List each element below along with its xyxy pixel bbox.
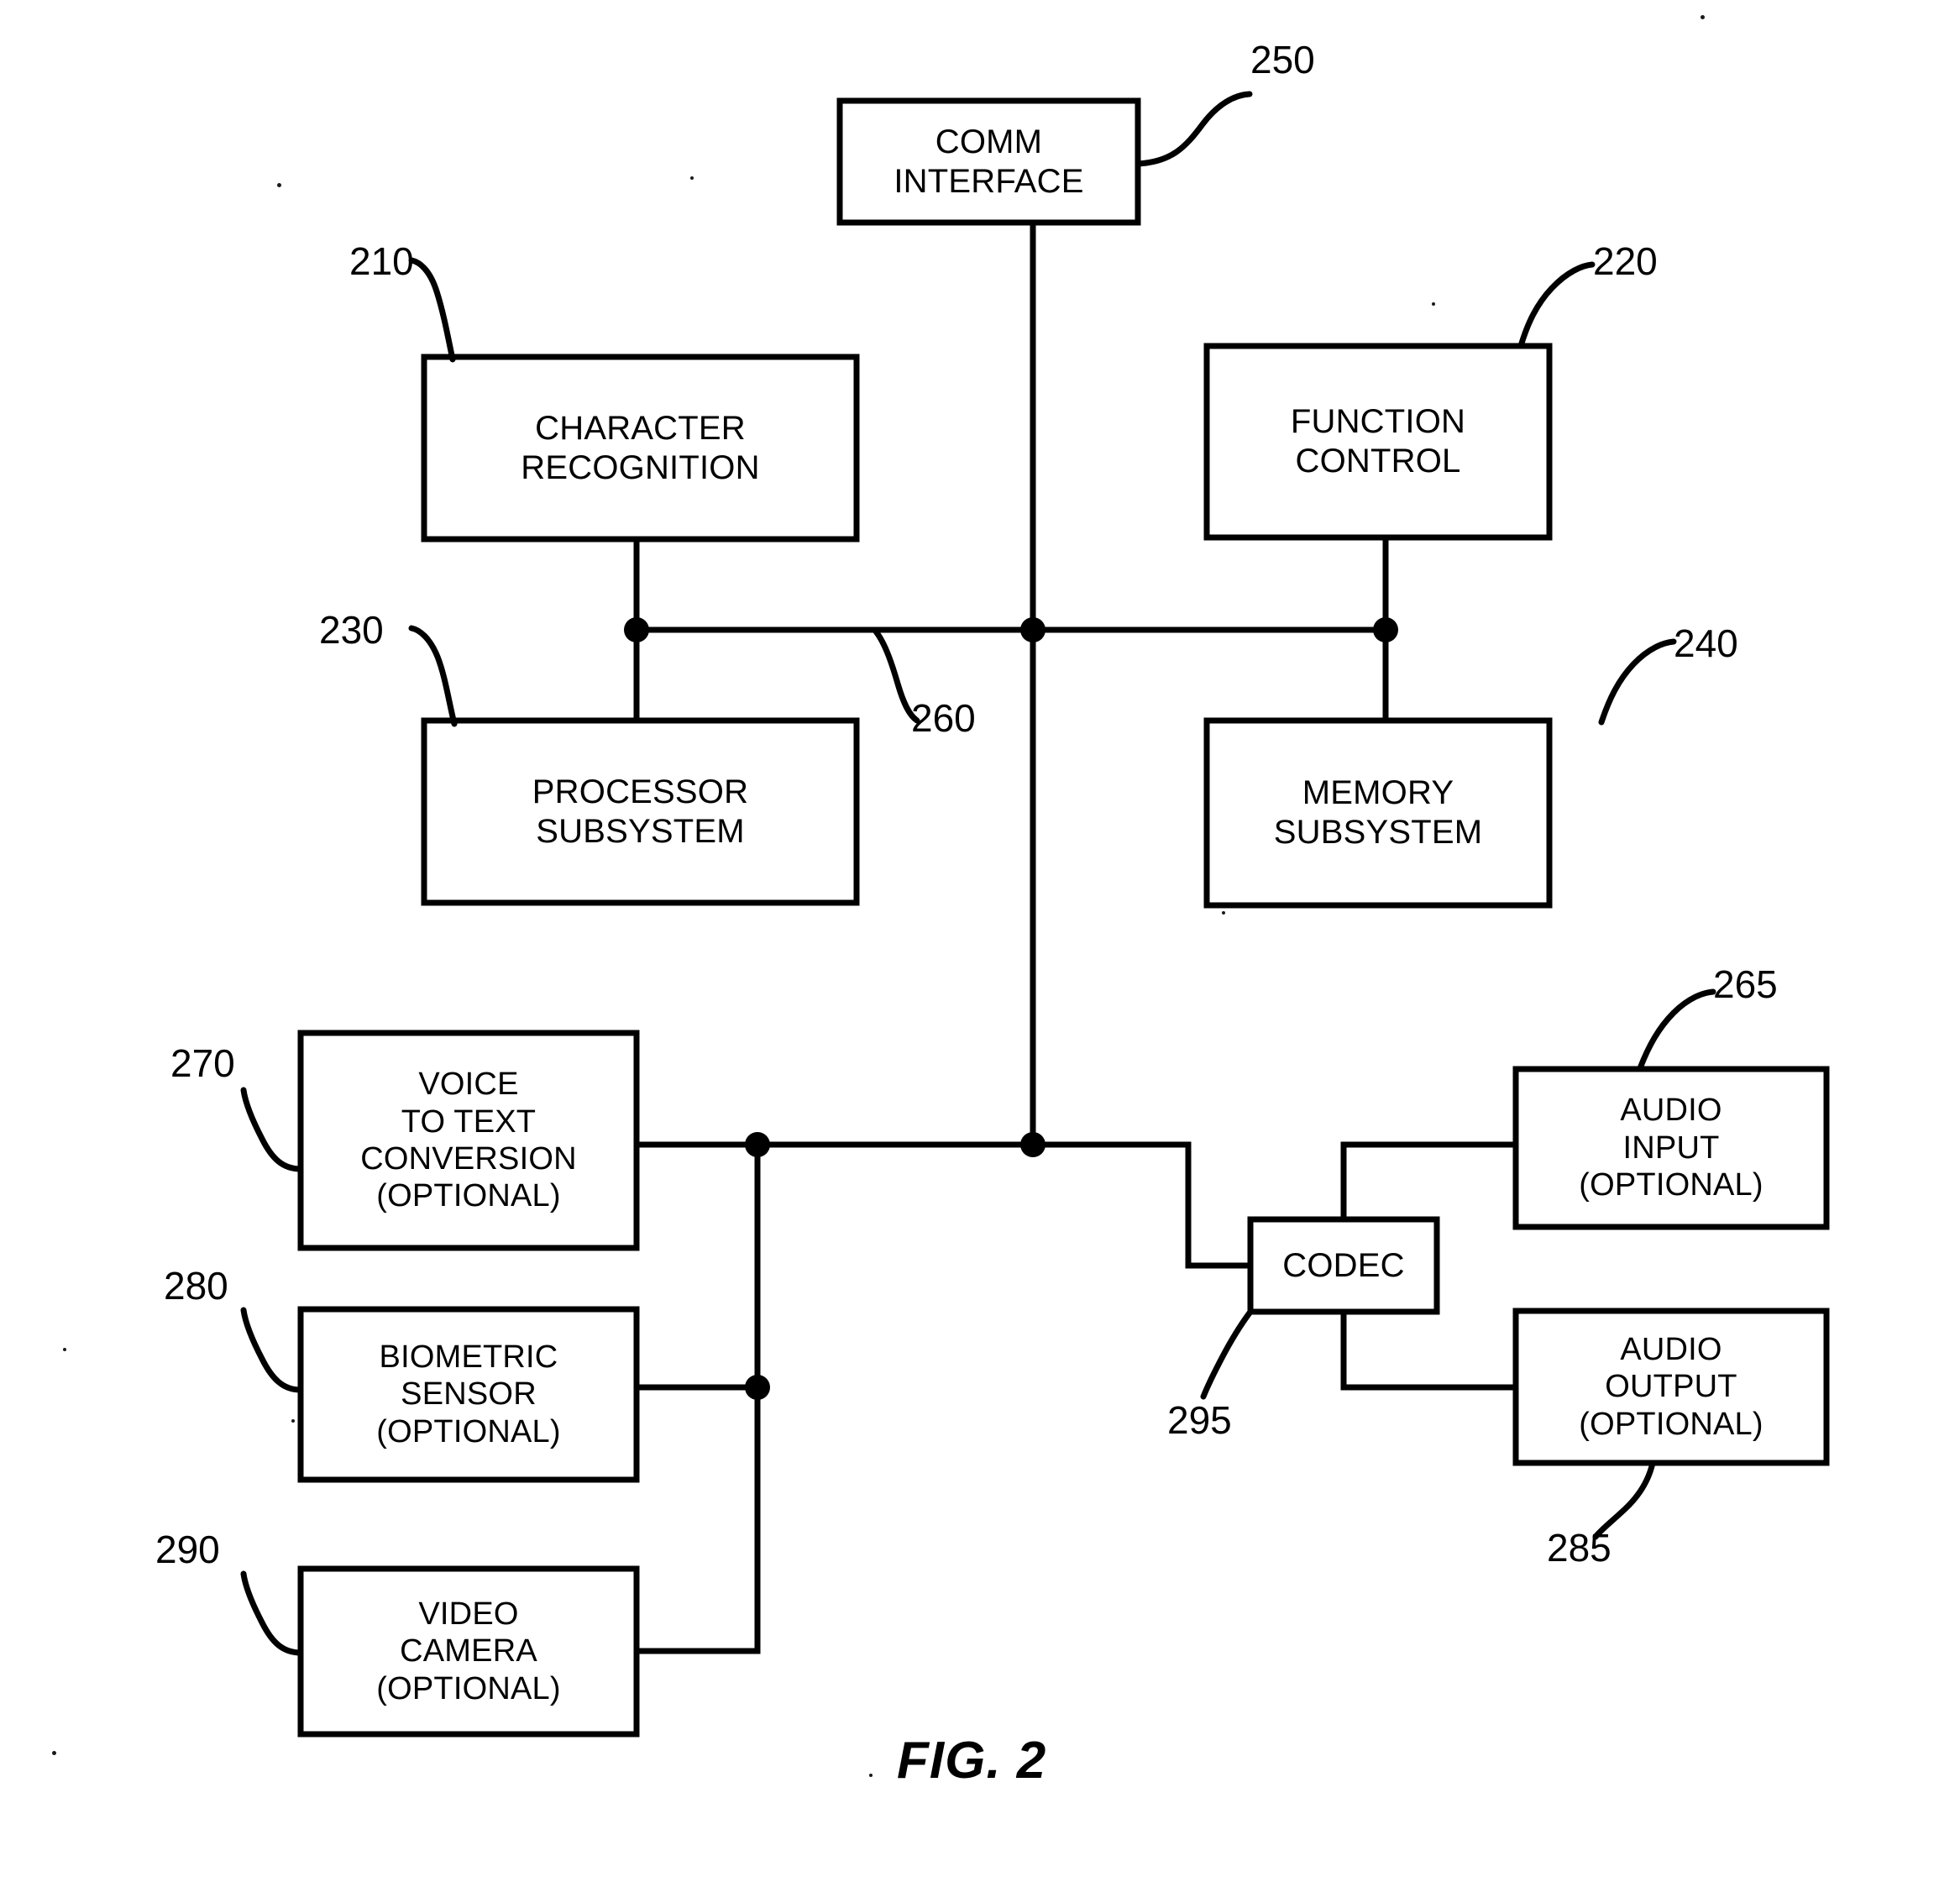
function-control-box [1203,343,1553,541]
ref-num-265: 265 [1713,962,1778,1006]
scan-speck [291,1419,295,1423]
leader-line-270 [240,1087,304,1172]
bus-junction-dots [624,617,1398,1400]
video-camera-box [297,1565,640,1738]
ref-num-220: 220 [1593,239,1658,283]
ref-num-290: 290 [155,1528,220,1571]
ref-num-250: 250 [1250,38,1315,81]
scan-speck [690,176,694,180]
scan-speck [1432,302,1435,306]
ref-num-260: 260 [911,696,976,740]
patent-figure-2: COMM INTERFACE CHARACTER RECOGNITION FUN… [0,0,1960,1887]
connector-lines [633,219,1519,1654]
scan-speck [52,1751,56,1755]
audio-input-box [1512,1066,1830,1230]
block-outlines [297,97,1830,1738]
junction-dot-lower-center-bus [1020,1132,1046,1157]
junction-dot-character-recognition [624,617,649,642]
memory-subsystem-box [1203,717,1553,909]
ref-num-295: 295 [1167,1398,1232,1442]
biometric-sensor-box [297,1306,640,1483]
character-recognition-box [421,354,860,543]
leader-line-210 [408,257,456,363]
leader-line-250 [1135,91,1253,167]
ref-num-285: 285 [1547,1526,1611,1570]
scan-speck [869,1774,873,1777]
bus-to-codec-line [1030,1141,1254,1269]
leader-line-220 [1517,261,1596,349]
junction-dot-center-bus [1020,617,1046,642]
leader-line-265 [1637,988,1716,1072]
diagram-canvas [240,91,1830,1738]
leader-line-240 [1598,638,1677,726]
figure-caption: FIG. 2 [897,1732,1047,1790]
scan-speck [1222,911,1225,915]
codec-to-audio-input-line [1340,1141,1519,1223]
codec-to-audio-output-line [1340,1308,1519,1391]
scan-speck [277,183,281,187]
audio-output-box [1512,1308,1830,1466]
comm-interface-box [836,97,1141,226]
ref-num-210: 210 [349,239,414,283]
junction-dot-biometric-sensor [745,1375,770,1400]
processor-subsystem-box [421,717,860,906]
leader-line-230 [408,625,458,727]
ref-num-240: 240 [1674,621,1738,665]
codec-box [1247,1216,1440,1315]
ref-num-270: 270 [170,1041,235,1085]
scan-speck [1701,15,1705,19]
voice-to-text-box [297,1030,640,1251]
leader-line-290 [240,1570,304,1656]
ref-num-230: 230 [319,608,384,652]
reference-leader-lines [240,91,1716,1656]
leader-line-295 [1200,1308,1254,1400]
junction-dot-function-control [1373,617,1398,642]
junction-dot-voice-to-text [745,1132,770,1157]
scan-speck [63,1348,66,1351]
ref-num-280: 280 [164,1264,228,1308]
leader-line-280 [240,1307,304,1393]
